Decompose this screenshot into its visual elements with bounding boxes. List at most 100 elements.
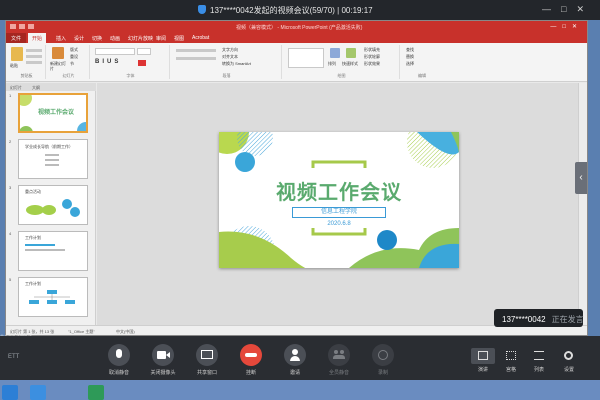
desktop-strip	[0, 380, 600, 400]
current-slide[interactable]: 视频工作会议 信息工程学院 2020.6.8	[219, 132, 459, 268]
group-drawing: 排列 快速样式 形状填充 形状轮廓 形状效果 绘图	[284, 45, 400, 79]
group-label: 幻灯片	[62, 73, 75, 78]
slide-title[interactable]: 视频工作会议	[219, 176, 459, 205]
tab-animations[interactable]: 动画	[110, 35, 120, 42]
thumb-title: 工作计划	[25, 235, 41, 240]
paste-icon[interactable]	[11, 47, 23, 61]
new-slide-button[interactable]: 新建幻灯片	[50, 61, 68, 71]
text-direction-button[interactable]: 文字方向	[222, 47, 238, 53]
tab-home[interactable]: 开始	[28, 33, 47, 43]
speaker-tag: 137****0042 正在发言	[494, 309, 584, 327]
app-icon[interactable]	[30, 385, 46, 400]
mute-button[interactable]: 取消静音	[97, 344, 141, 376]
reset-button[interactable]: 重设	[70, 54, 78, 60]
undo-icon[interactable]	[19, 24, 25, 29]
list-icon	[534, 351, 544, 360]
group-editing: 查找 替换 选择 编辑	[402, 45, 442, 79]
tab-transitions[interactable]: 切换	[92, 35, 102, 42]
invite-button[interactable]: 邀请	[273, 344, 317, 376]
shield-icon	[198, 5, 206, 14]
arrange-button[interactable]: 排列	[328, 61, 336, 67]
camera-icon	[152, 344, 174, 366]
app-icon[interactable]	[2, 385, 18, 400]
thumb-decoration	[26, 199, 80, 217]
paste-button[interactable]: 粘贴	[10, 63, 18, 69]
thumb-number: 4	[9, 231, 12, 236]
thumb-number: 2	[9, 139, 12, 144]
quick-styles-button[interactable]: 快速样式	[342, 61, 358, 67]
thumbnail-5[interactable]: 工作计划	[18, 277, 88, 317]
group-clipboard: 粘贴 剪贴板	[8, 45, 46, 79]
thumbnail-4[interactable]: 工作计划	[18, 231, 88, 271]
tab-design[interactable]: 设计	[74, 35, 84, 42]
tab-slideshow[interactable]: 幻灯片放映	[128, 35, 153, 42]
slide-date[interactable]: 2020.6.8	[219, 221, 459, 227]
shape-effects-button[interactable]: 形状效果	[364, 61, 380, 67]
tab-file[interactable]: 文件	[6, 33, 26, 43]
thumbnail-3[interactable]: 重点活动	[18, 185, 88, 225]
group-label: 编辑	[418, 73, 426, 78]
app-icon[interactable]	[88, 385, 104, 400]
brand-logo: ETT	[8, 354, 20, 360]
meeting-title-bar: 137****0042发起的视频会议(59/70) | 00:19:17 —□✕	[0, 0, 600, 20]
camera-button[interactable]: 关闭摄像头	[141, 344, 185, 376]
group-font: BIUS 字体	[92, 45, 170, 79]
list-view-button[interactable]	[527, 348, 551, 364]
close-icon[interactable]: ✕	[576, 4, 594, 14]
gallery-view-button[interactable]	[499, 348, 523, 364]
save-icon[interactable]	[10, 24, 16, 29]
gear-icon	[564, 351, 573, 360]
window-controls: —□✕	[542, 4, 594, 15]
section-button[interactable]: 节	[70, 61, 74, 67]
arrange-icon[interactable]	[330, 48, 340, 58]
tab-review[interactable]: 审阅	[156, 35, 166, 42]
slide-subtitle[interactable]: 信息工程学院	[292, 207, 386, 218]
find-button[interactable]: 查找	[406, 47, 414, 53]
align-text-button[interactable]: 对齐文本	[222, 54, 238, 60]
thumb-number: 5	[9, 277, 12, 282]
group-label: 剪贴板	[20, 73, 33, 78]
vertical-scrollbar[interactable]	[578, 83, 587, 325]
share-window-button[interactable]: 共享窗口	[185, 344, 229, 376]
status-language: 中文(中国)	[116, 329, 135, 334]
quick-styles-icon[interactable]	[346, 48, 356, 58]
record-button[interactable]: 录制	[361, 344, 405, 376]
collapse-panel-button[interactable]: ‹	[575, 162, 587, 194]
speaker-view-button[interactable]	[471, 348, 495, 364]
settings-button[interactable]	[557, 348, 581, 364]
pane-tabs: 幻灯片 大纲	[6, 83, 96, 91]
grid-icon	[506, 351, 516, 360]
shape-outline-button[interactable]: 形状轮廓	[364, 54, 380, 60]
group-label: 段落	[222, 73, 231, 78]
select-button[interactable]: 选择	[406, 61, 414, 67]
speaker-view-icon	[478, 351, 488, 360]
tab-acrobat[interactable]: Acrobat	[192, 35, 209, 41]
hangup-button[interactable]: 挂断	[229, 344, 273, 376]
thumbnail-1[interactable]: 视频工作会议	[18, 93, 88, 133]
group-slides: 新建幻灯片 版式 重设 节 幻灯片	[48, 45, 90, 79]
mute-all-button[interactable]: 全员静音	[317, 344, 361, 376]
thumbnail-2[interactable]: 学业成长导航（前期工作）	[18, 139, 88, 179]
maximize-icon[interactable]: □	[561, 4, 576, 14]
shapes-gallery[interactable]	[288, 48, 324, 68]
ppt-window-controls[interactable]: —□✕	[550, 23, 583, 30]
group-label: 绘图	[337, 73, 346, 78]
thumb-title: 学业成长导航（前期工作）	[25, 144, 73, 149]
replace-button[interactable]: 替换	[406, 54, 414, 60]
font-name-select[interactable]	[95, 48, 135, 55]
tab-view[interactable]: 视图	[174, 35, 184, 42]
font-color-icon[interactable]	[138, 60, 146, 66]
ribbon: 粘贴 剪贴板 新建幻灯片 版式 重设 节 幻灯片 BIUS 字体 文字方向 对齐…	[6, 43, 587, 82]
speaker-status: 正在发言	[551, 315, 584, 324]
smartart-button[interactable]: 转换为 SmartArt	[222, 61, 251, 67]
font-size-select[interactable]	[137, 48, 151, 55]
tab-insert[interactable]: 插入	[56, 35, 66, 42]
ppt-window-title: 视频（兼容模式） - Microsoft PowerPoint (产品激活失败)	[236, 25, 363, 31]
font-format-buttons[interactable]: BIUS	[95, 59, 121, 65]
shape-fill-button[interactable]: 形状填充	[364, 47, 380, 53]
thumb-number: 1	[9, 93, 12, 98]
redo-icon[interactable]	[28, 24, 34, 29]
new-slide-icon[interactable]	[52, 47, 64, 59]
minimize-icon[interactable]: —	[542, 4, 561, 14]
layout-button[interactable]: 版式	[70, 47, 78, 53]
